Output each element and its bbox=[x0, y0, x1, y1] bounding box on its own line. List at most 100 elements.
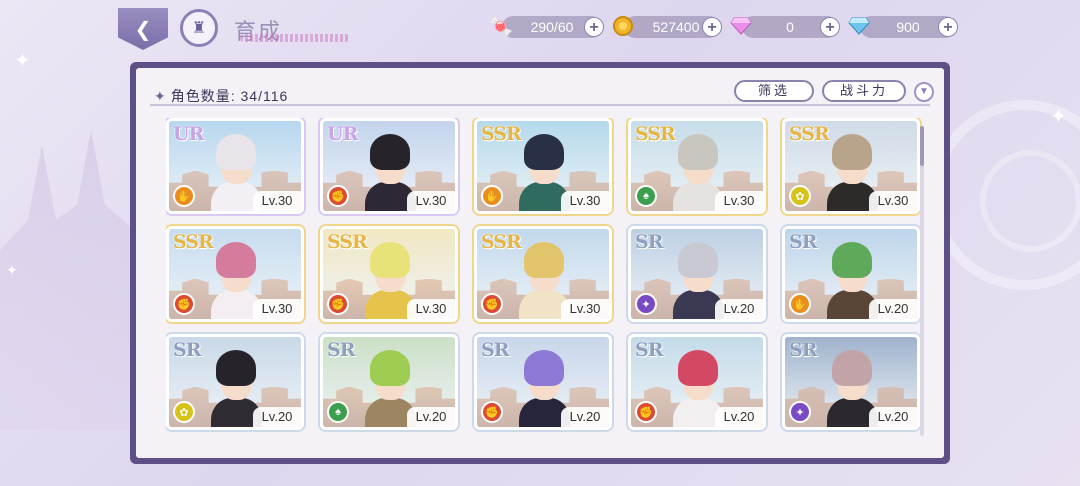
character-card[interactable]: SR ✋ Lv.20 bbox=[782, 226, 920, 322]
rarity-badge: UR bbox=[173, 123, 204, 145]
level-badge: Lv.30 bbox=[407, 191, 455, 211]
sparkle-icon: ✦ bbox=[6, 262, 18, 278]
character-card[interactable]: SSR ✊ Lv.30 bbox=[166, 226, 304, 322]
scrollbar-thumb[interactable] bbox=[920, 126, 924, 166]
character-hair bbox=[524, 349, 565, 386]
scrollbar[interactable] bbox=[920, 126, 924, 436]
element-green-icon: ♠ bbox=[327, 401, 349, 423]
character-panel: ✦ 角色数量: 34/116 筛选 战斗力 ▼ UR ✋ Lv.30 UR ✊ … bbox=[130, 62, 950, 464]
back-button[interactable]: ❮ bbox=[118, 8, 168, 50]
rarity-badge: SR bbox=[635, 339, 663, 361]
add-gold-button[interactable]: + bbox=[702, 17, 722, 37]
element-red-icon: ✊ bbox=[173, 293, 195, 315]
rarity-badge: SR bbox=[789, 339, 817, 361]
rarity-badge: SR bbox=[327, 339, 355, 361]
character-card[interactable]: SR ✊ Lv.20 bbox=[628, 334, 766, 430]
blue-diamond-icon bbox=[844, 11, 874, 41]
level-badge: Lv.30 bbox=[561, 299, 609, 319]
character-hair bbox=[370, 349, 411, 386]
level-badge: Lv.30 bbox=[253, 191, 301, 211]
level-badge: Lv.30 bbox=[561, 191, 609, 211]
rarity-badge: SR bbox=[635, 231, 663, 253]
level-badge: Lv.30 bbox=[253, 299, 301, 319]
resource-blue-diamond: 900 + bbox=[848, 16, 958, 38]
character-card[interactable]: SSR ♠ Lv.30 bbox=[628, 118, 766, 214]
rarity-badge: SR bbox=[173, 339, 201, 361]
castle-icon: ♜ bbox=[191, 20, 207, 37]
character-count-value: 34/116 bbox=[240, 88, 289, 104]
candy-icon: 🍬 bbox=[488, 15, 514, 38]
gold-coin-icon bbox=[608, 11, 638, 41]
character-card[interactable]: SR ✊ Lv.20 bbox=[474, 334, 612, 430]
character-hair bbox=[216, 241, 257, 278]
element-red-icon: ✊ bbox=[635, 401, 657, 423]
element-purple-icon: ✦ bbox=[635, 293, 657, 315]
resource-stamina: 🍬 290/60 + bbox=[489, 16, 604, 38]
rarity-badge: SSR bbox=[173, 231, 214, 253]
chevron-down-icon: ▼ bbox=[919, 86, 929, 97]
element-orange-icon: ✋ bbox=[789, 293, 811, 315]
level-badge: Lv.30 bbox=[869, 191, 917, 211]
element-yellow-icon: ✿ bbox=[173, 401, 195, 423]
filter-button[interactable]: 筛选 bbox=[734, 80, 814, 102]
element-red-icon: ✊ bbox=[481, 401, 503, 423]
level-badge: Lv.20 bbox=[869, 299, 917, 319]
level-badge: Lv.20 bbox=[253, 407, 301, 427]
divider bbox=[150, 104, 930, 106]
character-hair bbox=[216, 349, 257, 386]
character-hair bbox=[678, 133, 719, 170]
level-badge: Lv.30 bbox=[715, 191, 763, 211]
sort-order-toggle[interactable]: ▼ bbox=[914, 82, 934, 102]
element-yellow-icon: ✿ bbox=[789, 185, 811, 207]
character-card[interactable]: SR ✦ Lv.20 bbox=[628, 226, 766, 322]
rarity-badge: SSR bbox=[635, 123, 676, 145]
level-badge: Lv.20 bbox=[407, 407, 455, 427]
element-red-icon: ✊ bbox=[327, 293, 349, 315]
sort-button[interactable]: 战斗力 bbox=[822, 80, 906, 102]
character-card[interactable]: SR ✦ Lv.20 bbox=[782, 334, 920, 430]
home-button[interactable]: ♜ bbox=[180, 9, 218, 47]
character-card[interactable]: SSR ✊ Lv.30 bbox=[474, 226, 612, 322]
add-blue-diamond-button[interactable]: + bbox=[938, 17, 958, 37]
character-card[interactable]: SSR ✋ Lv.30 bbox=[474, 118, 612, 214]
character-card[interactable]: UR ✋ Lv.30 bbox=[166, 118, 304, 214]
element-purple-icon: ✦ bbox=[789, 401, 811, 423]
character-card[interactable]: UR ✊ Lv.30 bbox=[320, 118, 458, 214]
background-castle bbox=[0, 130, 140, 430]
level-badge: Lv.20 bbox=[869, 407, 917, 427]
element-green-icon: ♠ bbox=[635, 185, 657, 207]
rarity-badge: SR bbox=[481, 339, 509, 361]
title-flourish bbox=[240, 34, 350, 42]
character-hair bbox=[524, 241, 565, 278]
level-badge: Lv.30 bbox=[407, 299, 455, 319]
top-bar: ❮ ♜ 育成 🍬 290/60 + 527400 + 0 + 900 + bbox=[0, 0, 1080, 58]
character-card[interactable]: SSR ✊ Lv.30 bbox=[320, 226, 458, 322]
sparkle-icon: ✦ bbox=[1050, 106, 1067, 128]
level-badge: Lv.20 bbox=[715, 407, 763, 427]
character-card[interactable]: SR ✿ Lv.20 bbox=[166, 334, 304, 430]
rarity-badge: SSR bbox=[789, 123, 830, 145]
character-card[interactable]: SR ♠ Lv.20 bbox=[320, 334, 458, 430]
element-orange-icon: ✋ bbox=[481, 185, 503, 207]
element-red-icon: ✊ bbox=[481, 293, 503, 315]
resource-pink-diamond: 0 + bbox=[730, 16, 840, 38]
pink-diamond-icon bbox=[726, 11, 756, 41]
element-red-icon: ✊ bbox=[327, 185, 349, 207]
character-hair bbox=[370, 133, 411, 170]
character-hair bbox=[678, 241, 719, 278]
character-hair bbox=[216, 133, 257, 170]
add-pink-diamond-button[interactable]: + bbox=[820, 17, 840, 37]
rarity-badge: SR bbox=[789, 231, 817, 253]
element-orange-icon: ✋ bbox=[173, 185, 195, 207]
rarity-badge: SSR bbox=[481, 231, 522, 253]
character-count-label: 角色数量: bbox=[170, 88, 236, 104]
resource-gold: 527400 + bbox=[613, 16, 722, 38]
sparkle-icon: ✦ bbox=[154, 88, 167, 104]
add-stamina-button[interactable]: + bbox=[584, 17, 604, 37]
level-badge: Lv.20 bbox=[715, 299, 763, 319]
back-arrow-icon: ❮ bbox=[134, 18, 152, 41]
rarity-badge: SSR bbox=[481, 123, 522, 145]
character-card[interactable]: SSR ✿ Lv.30 bbox=[782, 118, 920, 214]
level-badge: Lv.20 bbox=[561, 407, 609, 427]
character-hair bbox=[832, 241, 873, 278]
